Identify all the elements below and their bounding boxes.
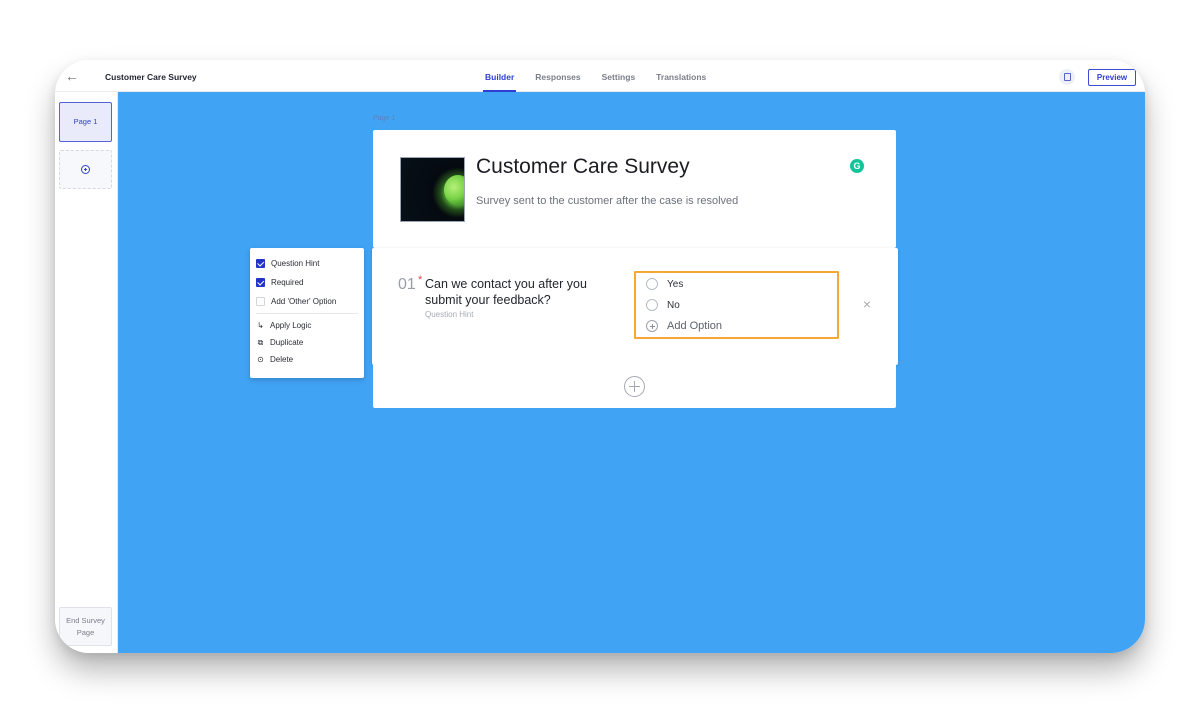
radio-icon: [646, 299, 658, 311]
tab-settings[interactable]: Settings: [602, 60, 636, 92]
survey-title[interactable]: Customer Care Survey: [476, 155, 690, 179]
menu-item-label: Question Hint: [271, 259, 320, 268]
builder-canvas: Page 1 Customer Care Survey Survey sent …: [118, 92, 1145, 653]
question-settings-menu: Question Hint Required Add 'Other' Optio…: [250, 248, 364, 378]
option-label: Yes: [667, 278, 684, 290]
toggle-required[interactable]: Required: [256, 278, 303, 287]
app-window: ← Customer Care Survey Builder Responses…: [55, 60, 1145, 653]
tab-responses[interactable]: Responses: [535, 60, 580, 92]
apply-logic-button[interactable]: ↳ Apply Logic: [256, 321, 311, 330]
radio-icon: [646, 278, 658, 290]
question-hint[interactable]: Question Hint: [425, 310, 473, 319]
required-marker: *: [418, 274, 423, 286]
survey-name: Customer Care Survey: [105, 72, 197, 82]
cover-image[interactable]: [400, 157, 465, 222]
add-page-button[interactable]: [59, 150, 112, 189]
menu-item-label: Add 'Other' Option: [271, 297, 337, 306]
menu-item-label: Apply Logic: [270, 321, 312, 330]
survey-header-card[interactable]: Customer Care Survey Survey sent to the …: [373, 130, 896, 248]
logic-icon: ↳: [257, 321, 264, 330]
page-label: Page 1: [373, 115, 396, 122]
end-survey-page-button[interactable]: End Survey Page: [59, 607, 112, 646]
add-question-card: [373, 365, 896, 408]
option-no[interactable]: No: [646, 299, 680, 311]
options-list: Yes No Add Option: [634, 271, 839, 339]
page-thumbnail-1[interactable]: Page 1: [59, 102, 112, 142]
page-rail: Page 1 End Survey Page: [55, 92, 118, 653]
delete-button[interactable]: ⊙ Delete: [256, 355, 293, 364]
plus-circle-icon: [81, 165, 90, 174]
checkbox-checked-icon: [256, 259, 265, 268]
survey-description[interactable]: Survey sent to the customer after the ca…: [476, 195, 738, 207]
preview-button[interactable]: Preview: [1088, 69, 1136, 86]
duplicate-icon: ⧉: [257, 338, 264, 347]
add-option-button[interactable]: Add Option: [646, 320, 722, 332]
question-number: 01: [398, 276, 416, 293]
document-icon[interactable]: [1059, 69, 1075, 85]
add-question-button[interactable]: [624, 376, 645, 397]
checkbox-checked-icon: [256, 278, 265, 287]
add-option-label: Add Option: [667, 320, 723, 332]
option-label: No: [667, 299, 680, 311]
duplicate-button[interactable]: ⧉ Duplicate: [256, 338, 304, 347]
tab-builder[interactable]: Builder: [482, 60, 517, 92]
tab-bar: Builder Responses Settings Translations: [482, 60, 727, 92]
plus-circle-icon: [646, 320, 658, 332]
close-icon[interactable]: ×: [860, 297, 874, 311]
menu-divider: [256, 313, 358, 314]
tab-translations[interactable]: Translations: [656, 60, 706, 92]
toggle-other-option[interactable]: Add 'Other' Option: [256, 297, 336, 306]
menu-item-label: Duplicate: [270, 338, 304, 347]
menu-item-label: Required: [271, 278, 304, 287]
delete-icon: ⊙: [257, 355, 264, 364]
grammar-check-icon[interactable]: G: [850, 159, 864, 173]
menu-item-label: Delete: [270, 355, 294, 364]
question-card[interactable]: 01 * Can we contact you after you submit…: [372, 248, 898, 365]
toggle-question-hint[interactable]: Question Hint: [256, 259, 319, 268]
top-bar: ← Customer Care Survey Builder Responses…: [55, 60, 1145, 92]
arrow-left-icon[interactable]: ←: [64, 69, 80, 83]
question-text[interactable]: Can we contact you after you submit your…: [425, 276, 615, 308]
checkbox-unchecked-icon: [256, 297, 265, 306]
option-yes[interactable]: Yes: [646, 278, 683, 290]
